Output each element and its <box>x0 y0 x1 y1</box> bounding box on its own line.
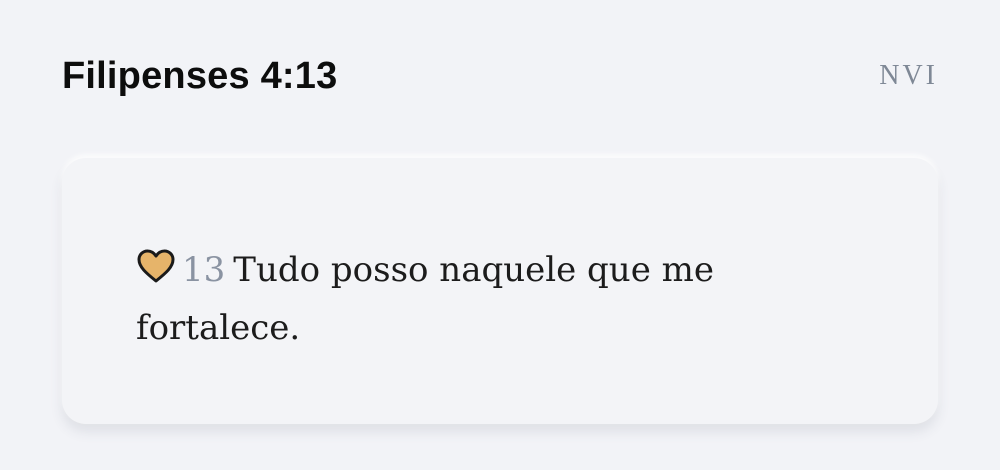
verse-number: 13 <box>182 250 226 290</box>
heart-icon[interactable] <box>136 248 176 284</box>
passage-header: Filipenses 4:13 NVI <box>62 48 938 104</box>
verse-card[interactable]: 13 Tudo posso naquele que me fortalece. <box>62 158 938 424</box>
bible-version[interactable]: NVI <box>879 60 938 92</box>
verse-text-block: 13 Tudo posso naquele que me fortalece. <box>136 241 836 357</box>
passage-reference[interactable]: Filipenses 4:13 <box>62 55 337 98</box>
